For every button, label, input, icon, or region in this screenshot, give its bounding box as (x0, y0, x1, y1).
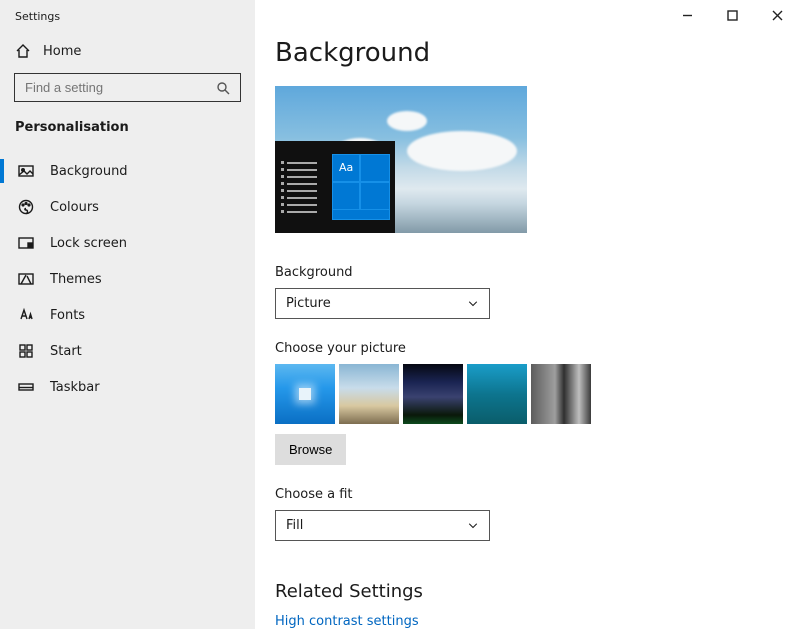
search-box[interactable] (14, 73, 241, 102)
home-label: Home (43, 44, 81, 59)
fit-dropdown[interactable]: Fill (275, 510, 490, 541)
home-button[interactable]: Home (0, 29, 255, 69)
browse-button[interactable]: Browse (275, 434, 346, 465)
page-title: Background (275, 38, 800, 68)
sidebar-item-start[interactable]: Start (0, 333, 255, 369)
choose-picture-label: Choose your picture (275, 341, 800, 356)
window-controls (665, 0, 800, 30)
sidebar-item-lockscreen[interactable]: Lock screen (0, 225, 255, 261)
sidebar-item-fonts[interactable]: Fonts (0, 297, 255, 333)
picture-thumb[interactable] (275, 364, 335, 424)
picture-icon (18, 163, 34, 179)
sidebar-item-label: Themes (50, 272, 102, 287)
sidebar-item-background[interactable]: Background (0, 153, 255, 189)
picture-thumb[interactable] (531, 364, 591, 424)
lockscreen-icon (18, 235, 34, 251)
picture-thumb[interactable] (467, 364, 527, 424)
sidebar-item-label: Fonts (50, 308, 85, 323)
picture-thumbnails (275, 364, 800, 424)
close-icon (772, 10, 783, 21)
minimize-icon (682, 10, 693, 21)
background-preview: Aa (275, 86, 527, 233)
app-title: Settings (0, 0, 255, 29)
fit-dropdown-value: Fill (286, 518, 303, 533)
sidebar: Settings Home Personalisation Background… (0, 0, 255, 629)
close-button[interactable] (755, 0, 800, 30)
choose-fit-label: Choose a fit (275, 487, 800, 502)
background-dropdown-value: Picture (286, 296, 331, 311)
maximize-icon (727, 10, 738, 21)
sidebar-item-colours[interactable]: Colours (0, 189, 255, 225)
sidebar-category: Personalisation (0, 120, 255, 153)
sidebar-item-label: Start (50, 344, 82, 359)
picture-thumb[interactable] (339, 364, 399, 424)
sidebar-item-label: Background (50, 164, 128, 179)
taskbar-icon (18, 379, 34, 395)
search-input[interactable] (25, 80, 216, 95)
sidebar-item-taskbar[interactable]: Taskbar (0, 369, 255, 405)
chevron-down-icon (467, 520, 479, 532)
preview-tile-text: Aa (339, 161, 353, 174)
start-icon (18, 343, 34, 359)
search-icon (216, 81, 230, 95)
palette-icon (18, 199, 34, 215)
sidebar-nav: Background Colours Lock screen Themes Fo… (0, 153, 255, 405)
background-label: Background (275, 265, 800, 280)
related-settings-title: Related Settings (275, 581, 800, 602)
sidebar-item-label: Colours (50, 200, 99, 215)
themes-icon (18, 271, 34, 287)
home-icon (15, 43, 31, 59)
fonts-icon (18, 307, 34, 323)
high-contrast-link[interactable]: High contrast settings (275, 614, 800, 629)
picture-thumb[interactable] (403, 364, 463, 424)
background-dropdown[interactable]: Picture (275, 288, 490, 319)
sidebar-item-label: Lock screen (50, 236, 127, 251)
maximize-button[interactable] (710, 0, 755, 30)
sidebar-item-label: Taskbar (50, 380, 100, 395)
sidebar-item-themes[interactable]: Themes (0, 261, 255, 297)
chevron-down-icon (467, 298, 479, 310)
main-content: Background Aa Back (255, 0, 800, 629)
minimize-button[interactable] (665, 0, 710, 30)
